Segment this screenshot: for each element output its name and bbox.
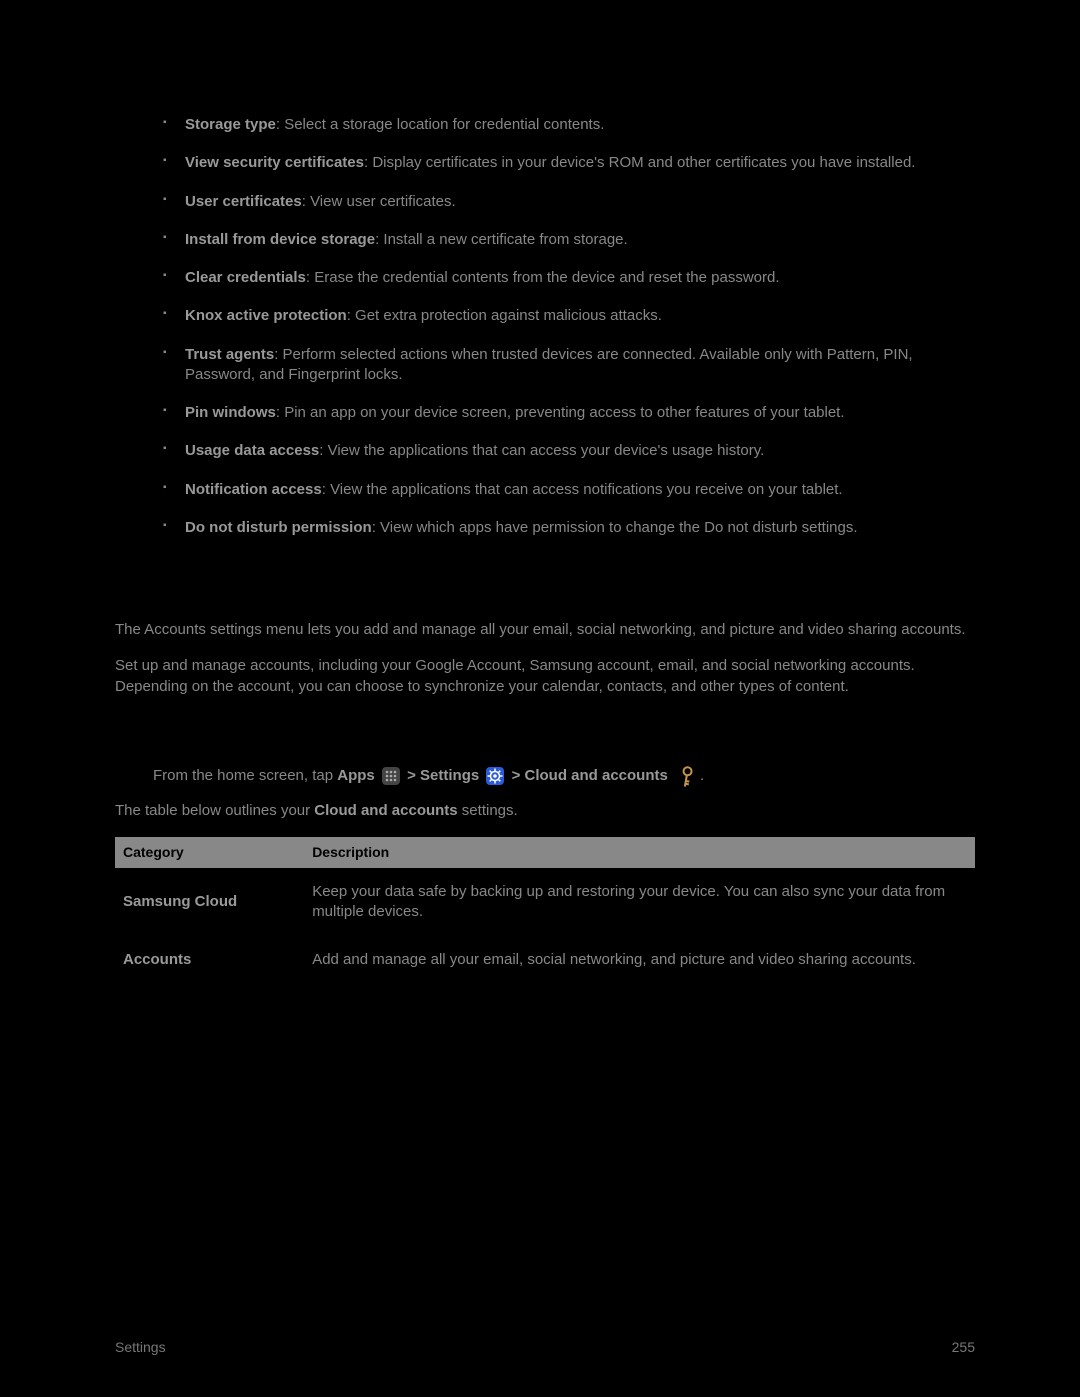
row-description: Add and manage all your email, social ne… [304, 936, 975, 984]
apps-icon [382, 767, 400, 785]
list-item: Usage data access: View the applications… [185, 441, 975, 461]
term: View security certificates [185, 154, 364, 171]
term: Pin windows [185, 404, 276, 421]
term: Notification access [185, 481, 322, 498]
accounts-intro-2: Set up and manage accounts, including yo… [115, 656, 975, 697]
list-item: Pin windows: Pin an app on your device s… [185, 403, 975, 423]
list-item: Notification access: View the applicatio… [185, 480, 975, 500]
navigation-path: From the home screen, tap Apps > Setting… [115, 765, 975, 787]
term: Do not disturb permission [185, 519, 372, 536]
row-description: Keep your data safe by backing up and re… [304, 868, 975, 937]
description: View the applications that can access yo… [328, 442, 765, 459]
key-icon [675, 765, 697, 787]
row-category: Samsung Cloud [115, 868, 304, 937]
header-description: Description [304, 837, 975, 868]
description: Pin an app on your device screen, preven… [284, 404, 844, 421]
term: Storage type [185, 116, 276, 133]
accounts-intro-1: The Accounts settings menu lets you add … [115, 620, 975, 640]
list-item: Do not disturb permission: View which ap… [185, 518, 975, 538]
security-options-list: Storage type: Select a storage location … [115, 115, 975, 538]
description: Erase the credential contents from the d… [314, 269, 779, 286]
list-item: Knox active protection: Get extra protec… [185, 306, 975, 326]
table-row: Accounts Add and manage all your email, … [115, 936, 975, 984]
page-footer: Settings 255 [115, 1338, 975, 1357]
term: Knox active protection [185, 307, 347, 324]
footer-page-number: 255 [952, 1338, 975, 1357]
list-item: User certificates: View user certificate… [185, 192, 975, 212]
description: View user certificates. [310, 193, 456, 210]
header-category: Category [115, 837, 304, 868]
term: Usage data access [185, 442, 319, 459]
cloud-accounts-table: Category Description Samsung Cloud Keep … [115, 837, 975, 985]
description: Display certificates in your device's RO… [372, 154, 915, 171]
term: Trust agents [185, 346, 274, 363]
description: Select a storage location for credential… [284, 116, 604, 133]
description: View the applications that can access no… [330, 481, 843, 498]
footer-section: Settings [115, 1338, 166, 1357]
term: Clear credentials [185, 269, 306, 286]
term: Install from device storage [185, 231, 375, 248]
table-row: Samsung Cloud Keep your data safe by bac… [115, 868, 975, 937]
description: Get extra protection against malicious a… [355, 307, 662, 324]
description: Perform selected actions when trusted de… [185, 346, 913, 383]
list-item: View security certificates: Display cert… [185, 153, 975, 173]
description: Install a new certificate from storage. [383, 231, 627, 248]
document-page: Storage type: Select a storage location … [0, 0, 1080, 1397]
list-item: Storage type: Select a storage location … [185, 115, 975, 135]
table-intro: The table below outlines your Cloud and … [115, 801, 975, 821]
description: View which apps have permission to chang… [380, 519, 858, 536]
row-category: Accounts [115, 936, 304, 984]
list-item: Install from device storage: Install a n… [185, 230, 975, 250]
term: User certificates [185, 193, 302, 210]
list-item: Trust agents: Perform selected actions w… [185, 345, 975, 386]
settings-icon [486, 767, 504, 785]
list-item: Clear credentials: Erase the credential … [185, 268, 975, 288]
